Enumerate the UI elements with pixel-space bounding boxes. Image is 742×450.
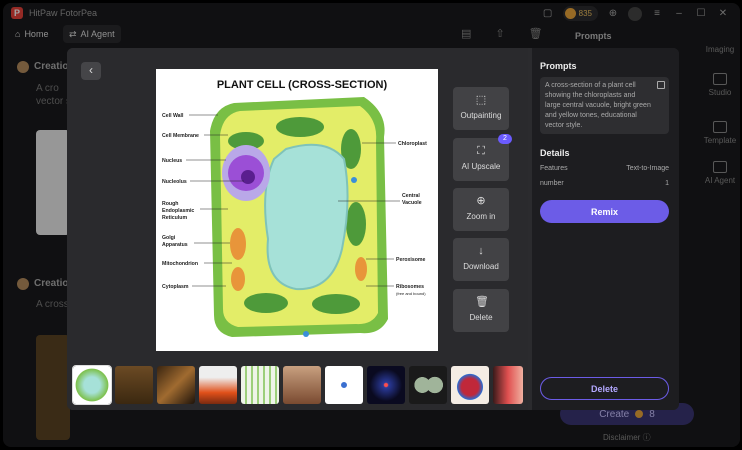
thumbnail[interactable]	[157, 366, 195, 404]
svg-text:Rough: Rough	[162, 201, 178, 207]
svg-text:Peroxisome: Peroxisome	[396, 257, 426, 263]
chloroplast-shape	[312, 294, 360, 314]
thumbnail[interactable]	[325, 366, 363, 404]
svg-text:Nucleus: Nucleus	[162, 158, 182, 164]
svg-text:Cell Wall: Cell Wall	[162, 113, 184, 119]
peroxisome-shape	[303, 331, 309, 337]
svg-text:Chloroplast: Chloroplast	[398, 141, 427, 147]
vacuole-shape	[264, 143, 349, 291]
thumbnail[interactable]	[367, 366, 405, 404]
back-button[interactable]: ‹	[81, 62, 101, 80]
thumbnail-strip	[72, 365, 523, 405]
mitochondrion-shape	[231, 267, 245, 291]
svg-text:Reticulum: Reticulum	[162, 215, 187, 221]
chloroplast-shape	[276, 117, 324, 137]
zoom-in-button[interactable]: ⊕ Zoom in	[453, 188, 509, 231]
prompts-title: Prompts	[540, 61, 577, 71]
image-preview-modal: ‹ PLANT CELL (CROSS-SECTION) Cell Wall C…	[67, 48, 679, 410]
chloroplast-shape	[346, 202, 366, 246]
thumbnail[interactable]	[409, 366, 447, 404]
download-button[interactable]: ↓ Download	[453, 238, 509, 281]
outpainting-icon: ⬚	[475, 94, 487, 106]
generated-image[interactable]: PLANT CELL (CROSS-SECTION) Cell Wall Cel…	[156, 69, 438, 351]
svg-text:Ribosomes: Ribosomes	[396, 284, 424, 290]
delete-tool-button[interactable]: 🗑 Delete	[453, 289, 509, 332]
mitochondrion-shape	[230, 228, 246, 260]
preview-pane: ‹ PLANT CELL (CROSS-SECTION) Cell Wall C…	[67, 48, 528, 410]
delete-button[interactable]: Delete	[540, 377, 669, 400]
copy-icon[interactable]	[657, 81, 665, 89]
svg-text:Apparatus: Apparatus	[162, 242, 188, 248]
svg-text:Golgi: Golgi	[162, 235, 176, 241]
svg-text:Cytoplasm: Cytoplasm	[162, 284, 189, 290]
zoom-in-icon: ⊕	[476, 195, 486, 207]
plant-cell-illustration: PLANT CELL (CROSS-SECTION) Cell Wall Cel…	[162, 79, 427, 337]
chevron-left-icon: ‹	[89, 63, 93, 77]
upscale-icon: ⛶	[477, 145, 485, 157]
thumbnail[interactable]	[199, 366, 237, 404]
svg-text:Endoplasmic: Endoplasmic	[162, 208, 194, 214]
details-title: Details	[540, 148, 570, 158]
thumbnail[interactable]	[283, 366, 321, 404]
svg-text:Mitochondrion: Mitochondrion	[162, 261, 198, 267]
outpainting-button[interactable]: ⬚ Outpainting	[453, 87, 509, 130]
remix-button[interactable]: Remix	[540, 200, 669, 223]
detail-features: Features Text-to-Image	[540, 165, 669, 172]
svg-text:Central: Central	[402, 193, 420, 199]
download-icon: ↓	[478, 245, 484, 257]
prompt-text-box: A cross-section of a plant cell showing …	[540, 77, 669, 134]
thumbnail[interactable]	[451, 366, 489, 404]
mitochondrion-shape	[355, 257, 367, 281]
nucleolus-shape	[241, 170, 255, 184]
ai-upscale-button[interactable]: ⛶ AI Upscale	[453, 138, 509, 181]
image-title: PLANT CELL (CROSS-SECTION)	[217, 79, 388, 91]
thumbnail-plant-cell[interactable]	[72, 365, 112, 405]
prompt-text: A cross-section of a plant cell showing …	[545, 82, 651, 129]
svg-text:Cell Membrane: Cell Membrane	[162, 133, 199, 139]
thumbnail[interactable]	[115, 366, 153, 404]
svg-text:(free and bound): (free and bound)	[396, 291, 426, 296]
svg-text:Nucleolus: Nucleolus	[162, 179, 187, 185]
details-pane: Prompts A cross-section of a plant cell …	[532, 48, 679, 410]
upscale-badge: 2	[498, 134, 512, 144]
trash-icon: 🗑	[475, 296, 489, 308]
ribosome-shape	[351, 177, 357, 183]
thumbnail[interactable]	[241, 366, 279, 404]
svg-text:Vacuole: Vacuole	[402, 200, 422, 206]
thumbnail[interactable]	[493, 366, 523, 404]
chloroplast-shape	[244, 293, 288, 313]
detail-number: number 1	[540, 180, 669, 187]
app-window: P HitPaw FotorPea ▢ 835 ⊕ ≡ – ☐ ✕ ⌂ Home …	[3, 3, 740, 447]
